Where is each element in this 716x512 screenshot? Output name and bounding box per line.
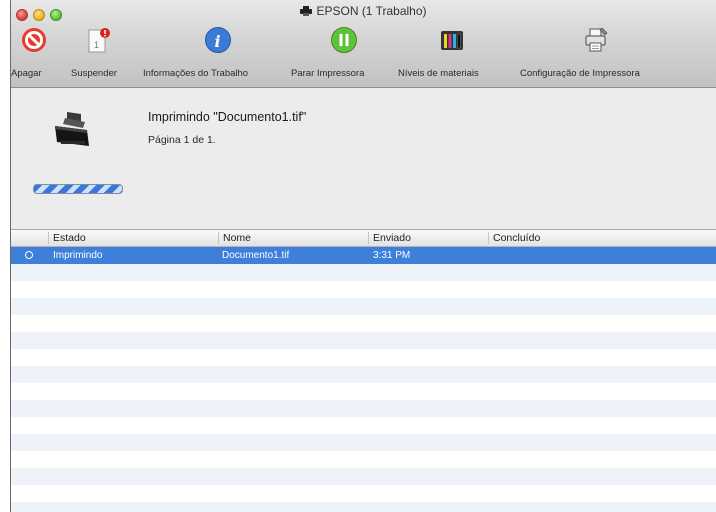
print-progress-bar	[33, 184, 123, 194]
pause-printer-label: Parar Impressora	[291, 68, 365, 79]
window-title: EPSON (1 Trabalho)	[11, 4, 716, 19]
svg-text:1: 1	[94, 40, 99, 50]
window-title-text: EPSON (1 Trabalho)	[316, 4, 427, 18]
empty-row	[11, 315, 716, 332]
table-header: Estado Nome Enviado Concluído	[11, 230, 716, 247]
row-status: Imprimindo	[53, 250, 103, 261]
info-icon: i	[204, 26, 232, 54]
table-rows: Imprimindo Documento1.tif 3:31 PM	[11, 247, 716, 512]
empty-row	[11, 298, 716, 315]
column-header-done[interactable]: Concluído	[488, 232, 540, 244]
delete-icon	[20, 26, 48, 54]
pause-printer-button[interactable]: Parar Impressora	[291, 26, 364, 79]
empty-row	[11, 366, 716, 383]
empty-row	[11, 451, 716, 468]
table-row[interactable]: Imprimindo Documento1.tif 3:31 PM	[11, 247, 716, 264]
printer-settings-icon	[582, 26, 610, 54]
job-info-button[interactable]: i Informações do Trabalho	[143, 26, 248, 79]
empty-row	[11, 417, 716, 434]
printer-icon	[53, 108, 93, 152]
supply-levels-button[interactable]: Níveis de materiais	[398, 26, 479, 79]
empty-row	[11, 400, 716, 417]
job-info-label: Informações do Trabalho	[143, 68, 249, 79]
supply-levels-icon	[438, 26, 466, 54]
row-sent: 3:31 PM	[373, 250, 411, 261]
delete-job-button[interactable]: Apagar	[11, 26, 51, 79]
svg-text:i: i	[215, 32, 221, 51]
printer-icon	[300, 5, 313, 19]
hold-icon: 1	[82, 26, 110, 54]
print-queue-window: EPSON (1 Trabalho) Apagar 1 Suspender i	[10, 0, 716, 512]
column-header-name[interactable]: Nome	[218, 232, 251, 244]
column-header-status[interactable]: Estado	[48, 232, 86, 244]
hold-job-button[interactable]: 1 Suspender	[71, 26, 117, 79]
row-name: Documento1.tif	[222, 250, 290, 261]
printer-settings-label: Configuração de Impressora	[520, 68, 640, 79]
empty-row	[11, 502, 716, 512]
hold-label: Suspender	[71, 68, 117, 79]
supply-levels-label: Níveis de materiais	[398, 68, 479, 79]
toolbar: Apagar 1 Suspender i Informações do Trab…	[11, 26, 716, 82]
empty-row	[11, 468, 716, 485]
title-bar: EPSON (1 Trabalho) Apagar 1 Suspender i	[11, 0, 716, 88]
printing-status-icon	[25, 251, 33, 259]
empty-row	[11, 349, 716, 366]
empty-row	[11, 332, 716, 349]
job-list-table: Estado Nome Enviado Concluído Imprimindo…	[11, 230, 716, 512]
empty-row	[11, 383, 716, 400]
empty-row	[11, 434, 716, 451]
current-job-panel: Imprimindo "Documento1.tif" Página 1 de …	[11, 88, 716, 230]
empty-row	[11, 281, 716, 298]
current-job-title: Imprimindo "Documento1.tif"	[148, 110, 307, 124]
pause-icon	[330, 26, 358, 54]
printer-settings-button[interactable]: Configuração de Impressora	[520, 26, 640, 79]
empty-row	[11, 264, 716, 281]
empty-row	[11, 485, 716, 502]
delete-label: Apagar	[11, 68, 42, 79]
current-job-page: Página 1 de 1.	[148, 134, 216, 146]
column-header-sent[interactable]: Enviado	[368, 232, 411, 244]
